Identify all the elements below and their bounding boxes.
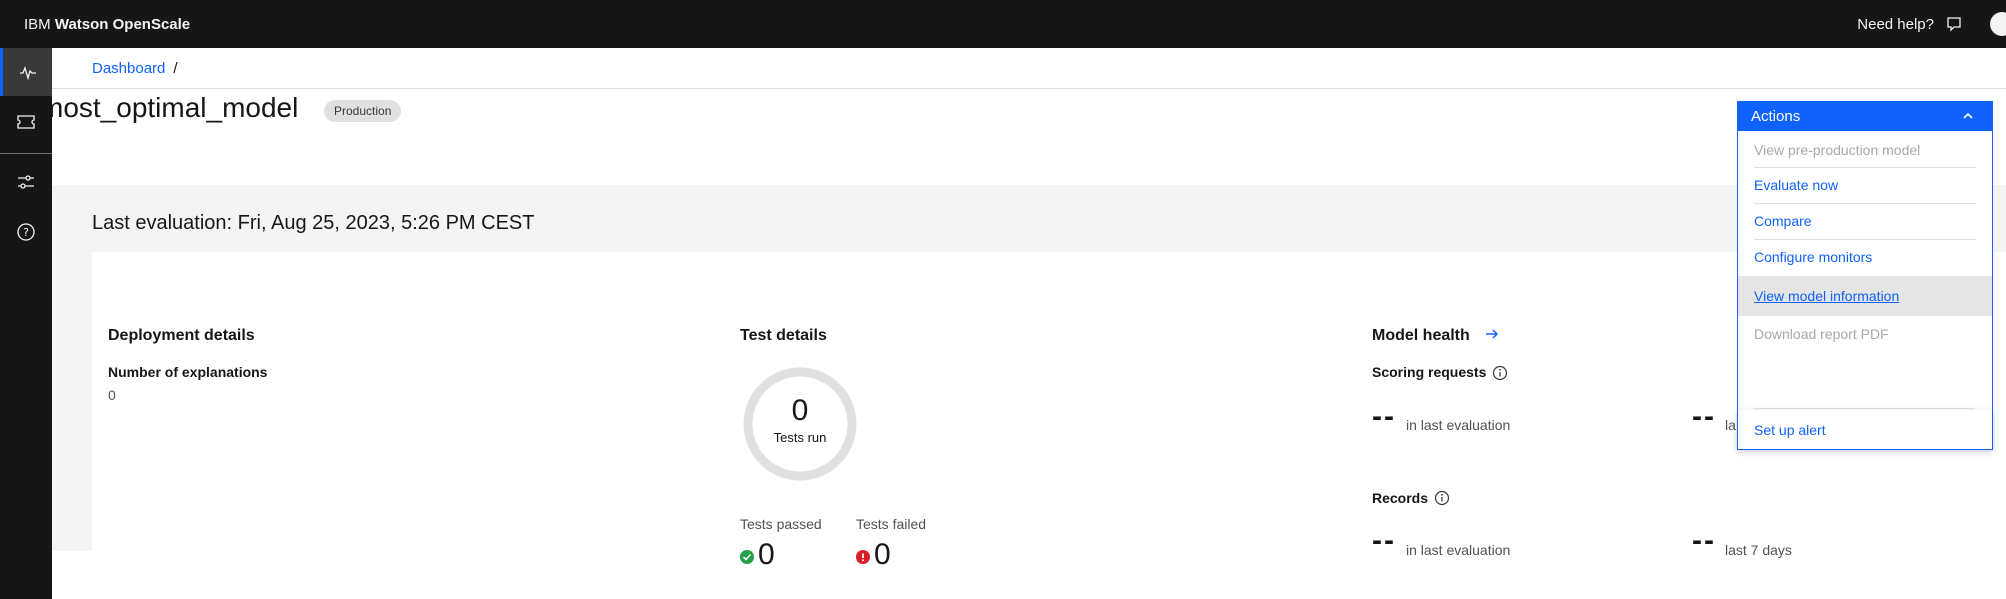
menu-item-compare[interactable]: Compare [1738, 205, 1992, 237]
scoring-last-eval-value: -- [1372, 400, 1396, 433]
deployment-details-heading: Deployment details [108, 327, 255, 344]
records-7d-label: last 7 days [1725, 542, 1792, 558]
nav-divider [0, 153, 52, 154]
need-help-link[interactable]: Need help? [1857, 0, 1962, 48]
ticket-icon [17, 115, 35, 129]
last-evaluation: Last evaluation: Fri, Aug 25, 2023, 5:26… [92, 212, 535, 234]
scoring-last-eval-label: in last evaluation [1406, 417, 1511, 433]
menu-item-configure-monitors[interactable]: Configure monitors [1738, 241, 1992, 273]
menu-item-download-report: Download report PDF [1754, 326, 1889, 342]
nav-item-dashboard[interactable] [0, 48, 52, 96]
info-icon[interactable] [1492, 365, 1508, 381]
status-badge: Production [324, 100, 402, 122]
menu-divider [1754, 203, 1976, 204]
tests-failed-label: Tests failed [856, 516, 927, 532]
records-label: Records [1372, 490, 1429, 506]
tests-run-label: Tests run [773, 430, 827, 445]
actions-menu: View pre-production model Evaluate now C… [1737, 131, 1993, 410]
menu-bottom: Set up alert [1737, 410, 1993, 450]
activity-icon [19, 66, 36, 81]
menu-divider [1754, 239, 1976, 240]
menu-item-view-model-information[interactable]: View model information [1738, 276, 1992, 316]
model-health-heading: Model health [1372, 327, 1470, 344]
checkmark-icon [740, 550, 754, 564]
nav-item-help[interactable]: ? [0, 208, 52, 256]
arrow-right-icon[interactable] [1484, 326, 1500, 342]
explanations-label: Number of explanations [108, 364, 268, 380]
brand-prefix: IBM [24, 15, 51, 33]
test-details-heading: Test details [740, 327, 827, 344]
actions-label: Actions [1751, 107, 1801, 125]
page-title: most_optimal_model [40, 92, 299, 123]
records-last-eval-value: -- [1372, 524, 1396, 557]
sliders-icon [18, 175, 34, 189]
breadcrumb-dashboard[interactable]: Dashboard [92, 60, 165, 77]
summary-card [92, 252, 2006, 551]
tests-passed-value: 0 [758, 538, 775, 571]
menu-item-set-up-alert[interactable]: Set up alert [1754, 422, 1826, 438]
top-bar: IBM Watson OpenScale Need help? [0, 0, 2006, 48]
scoring-7d-value: -- [1692, 400, 1716, 433]
menu-divider [1753, 408, 1975, 409]
tests-passed-label: Tests passed [740, 516, 822, 532]
error-icon [856, 550, 870, 564]
chevron-up-icon [1963, 112, 1973, 119]
help-circle-icon: ? [17, 223, 35, 241]
breadcrumb: Dashboard / [92, 60, 178, 77]
brand-name: Watson OpenScale [54, 15, 191, 33]
scoring-requests-label: Scoring requests [1372, 364, 1487, 380]
tests-failed-value: 0 [874, 538, 891, 571]
records-7d-value: -- [1692, 524, 1716, 557]
menu-item-view-pre-production: View pre-production model [1754, 142, 1921, 158]
explanations-value: 0 [108, 387, 116, 403]
scoring-7d-label: la [1725, 417, 1736, 433]
menu-item-evaluate-now[interactable]: Evaluate now [1738, 169, 1992, 201]
menu-divider [1754, 167, 1976, 168]
chat-icon [1947, 17, 1961, 32]
avatar[interactable] [1990, 12, 2006, 36]
header-divider [52, 88, 2006, 89]
records-last-eval-label: in last evaluation [1406, 542, 1511, 558]
need-help-label: Need help? [1857, 15, 1934, 33]
actions-button[interactable]: Actions [1737, 101, 1993, 131]
tests-run-value: 0 [791, 394, 809, 427]
nav-item-configure[interactable] [0, 158, 52, 206]
svg-text:?: ? [23, 226, 29, 239]
side-nav: ? [0, 48, 52, 599]
breadcrumb-separator: / [173, 60, 178, 77]
brand[interactable]: IBM Watson OpenScale [24, 16, 190, 33]
info-icon[interactable] [1434, 490, 1450, 506]
